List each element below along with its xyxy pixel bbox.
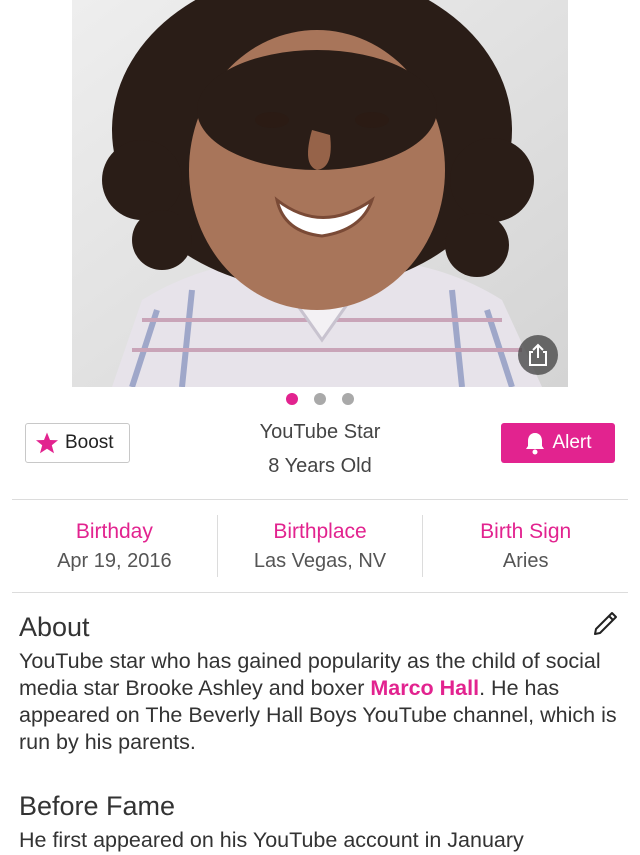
star-icon — [36, 432, 58, 454]
share-button[interactable] — [518, 335, 558, 375]
marco-hall-link[interactable]: Marco Hall — [370, 676, 479, 700]
carousel-dot[interactable] — [342, 393, 354, 405]
fact-value: Apr 19, 2016 — [57, 550, 172, 572]
before-fame-text: He first appeared on his YouTube account… — [19, 828, 524, 852]
fact-birthday[interactable]: Birthday Apr 19, 2016 — [12, 515, 217, 577]
divider — [12, 592, 628, 593]
boost-button[interactable]: Boost — [25, 423, 130, 463]
alert-label: Alert — [552, 432, 592, 453]
alert-button[interactable]: Alert — [501, 423, 615, 463]
fact-birth-sign[interactable]: Birth Sign Aries — [422, 515, 628, 577]
share-icon — [529, 343, 547, 366]
carousel-dot[interactable] — [286, 393, 298, 405]
boost-label: Boost — [65, 432, 114, 453]
carousel-indicator — [0, 393, 640, 405]
fact-birthplace[interactable]: Birthplace Las Vegas, NV — [216, 515, 423, 577]
facts-row: Birthday Apr 19, 2016 Birthplace Las Veg… — [12, 515, 628, 577]
edit-button[interactable] — [590, 605, 622, 642]
fact-value: Las Vegas, NV — [253, 550, 387, 572]
profession-label: YouTube Star — [259, 421, 381, 443]
fact-label: Birthday — [75, 520, 153, 543]
divider — [12, 499, 628, 500]
fact-label: Birth Sign — [480, 520, 572, 543]
fact-label: Birthplace — [273, 520, 367, 543]
profile-photo[interactable] — [72, 0, 568, 387]
carousel-dot[interactable] — [314, 393, 326, 405]
before-fame-heading: Before Fame — [19, 791, 176, 821]
fact-value: Aries — [502, 550, 549, 572]
bell-icon — [526, 433, 545, 455]
pencil-icon — [594, 612, 617, 635]
about-text: YouTube star who has gained popularity a… — [19, 648, 619, 756]
age-label: 8 Years Old — [268, 455, 372, 477]
profile-photo-image — [72, 0, 568, 387]
about-heading: About — [19, 612, 90, 642]
